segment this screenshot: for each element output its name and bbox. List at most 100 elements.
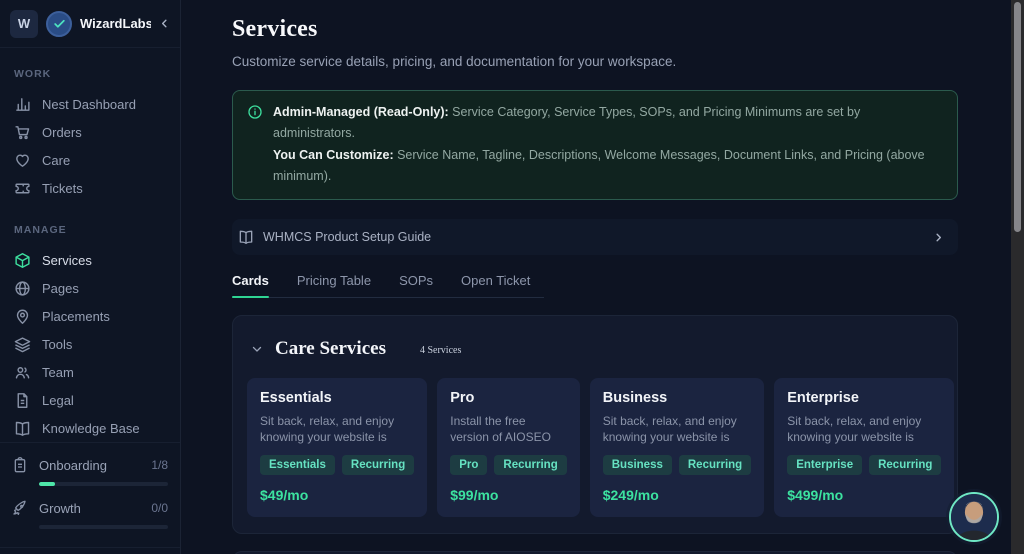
chevron-left-icon[interactable] <box>159 18 170 29</box>
page-title: Services <box>232 16 318 42</box>
sidebar-item-legal[interactable]: Legal <box>12 386 168 414</box>
workspace-logo: W <box>10 9 38 38</box>
card-title: Enterprise <box>787 390 859 406</box>
growth-label: Growth <box>39 500 81 516</box>
user-row[interactable]: A albusdumbledore ⚙ <box>0 547 180 554</box>
sidebar-item-label: Knowledge Base <box>42 420 140 436</box>
sidebar-item-services[interactable]: Services <box>12 246 168 274</box>
card-description: Install the free version of AIOSEO plugi… <box>450 414 551 445</box>
banner-line-2-label: You Can Customize: <box>273 147 394 162</box>
badge: Recurring <box>678 455 752 475</box>
badge: Recurring <box>341 455 415 475</box>
section-title: Care Services <box>275 338 386 359</box>
sidebar-item-label: Legal <box>42 392 74 408</box>
sidebar-item-team[interactable]: Team <box>12 358 168 386</box>
tab-pricing-table[interactable]: Pricing Table <box>297 267 371 297</box>
sidebar-nav: WORK Nest Dashboard Orders Care Tickets … <box>0 48 180 442</box>
verified-check-icon <box>46 10 72 37</box>
admin-info-banner: Admin-Managed (Read-Only): Service Categ… <box>232 90 958 200</box>
sidebar-item-pages[interactable]: Pages <box>12 274 168 302</box>
tab-bar: Cards Pricing Table SOPs Open Ticket <box>232 267 544 298</box>
sidebar-item-placements[interactable]: Placements <box>12 302 168 330</box>
onboarding-label: Onboarding <box>39 457 107 473</box>
card-title: Essentials <box>260 390 332 406</box>
card-title: Business <box>602 390 668 406</box>
sidebar-item-tickets[interactable]: Tickets <box>12 174 168 202</box>
tab-cards[interactable]: Cards <box>232 267 269 298</box>
open-book-icon <box>14 420 31 437</box>
onboarding-progress-fill <box>39 482 56 486</box>
open-book-icon <box>238 229 254 245</box>
card-price: $499/mo <box>787 487 844 503</box>
card-title: Pro <box>450 390 475 406</box>
main-area: Services Customize service details, pric… <box>182 0 1011 554</box>
service-card-pro[interactable]: Pro Install the free version of AIOSEO p… <box>437 378 580 517</box>
nav-section-work: WORK <box>14 68 52 80</box>
team-icon <box>14 364 31 381</box>
sidebar-item-tools[interactable]: Tools <box>12 330 168 358</box>
banner-line-1-label: Admin-Managed (Read-Only): <box>273 105 449 119</box>
tab-open-ticket[interactable]: Open Ticket <box>461 267 530 297</box>
tab-sops[interactable]: SOPs <box>399 267 433 297</box>
card-description: Sit back, relax, and enjoy knowing your … <box>787 414 922 445</box>
care-services-header[interactable]: Care Services 4 Services <box>247 330 943 360</box>
sidebar-item-label: Orders <box>42 124 82 140</box>
sidebar-item-orders[interactable]: Orders <box>12 118 168 146</box>
growth-count: 0/0 <box>151 501 168 515</box>
sidebar-item-nest-dashboard[interactable]: Nest Dashboard <box>12 90 168 118</box>
service-card-business[interactable]: Business Sit back, relax, and enjoy know… <box>589 378 765 517</box>
sidebar-item-label: Tools <box>42 336 73 352</box>
nav-section-manage: MANAGE <box>14 224 67 236</box>
profile-photo <box>951 494 997 540</box>
layers-icon <box>14 336 31 353</box>
card-price: $99/mo <box>450 487 499 503</box>
badge: Essentials <box>260 455 335 475</box>
chevron-right-icon <box>933 232 944 243</box>
sidebar: W WizardLabs Ho... WORK Nest Dashboard O… <box>0 0 181 554</box>
ticket-icon <box>14 180 31 197</box>
growth-progress-bar <box>39 525 168 529</box>
badge: Business <box>602 455 672 475</box>
clipboard-icon <box>12 457 28 473</box>
badge: Pro <box>450 455 488 475</box>
banner-line-1: Admin-Managed (Read-Only): Service Categ… <box>273 102 943 145</box>
sidebar-item-label: Pages <box>42 280 79 296</box>
care-services-panel: Care Services 4 Services Essentials Sit … <box>232 315 958 534</box>
badge: Recurring <box>494 455 567 475</box>
badge: Enterprise <box>787 455 863 475</box>
onboarding-progress-bar <box>39 482 168 486</box>
badge: Recurring <box>869 455 942 475</box>
globe-icon <box>14 280 31 297</box>
sidebar-progress-area: Onboarding 1/8 Growth 0/0 <box>0 442 180 547</box>
sidebar-item-label: Tickets <box>42 180 83 196</box>
card-price: $49/mo <box>260 487 309 503</box>
bar-chart-icon <box>14 96 31 113</box>
sidebar-item-label: Services <box>42 252 92 268</box>
cube-icon <box>14 252 31 269</box>
sidebar-item-care[interactable]: Care <box>12 146 168 174</box>
rocket-icon <box>12 500 28 516</box>
page-subtitle: Customize service details, pricing, and … <box>232 54 677 69</box>
sidebar-item-label: Nest Dashboard <box>42 96 136 112</box>
service-card-essentials[interactable]: Essentials Sit back, relax, and enjoy kn… <box>247 378 428 517</box>
sidebar-item-knowledge-base[interactable]: Knowledge Base <box>12 414 168 442</box>
section-count: 4 Services <box>419 345 462 356</box>
onboarding-count: 1/8 <box>151 458 168 472</box>
file-icon <box>14 392 31 409</box>
page-scrollbar <box>1011 0 1024 554</box>
growth-item[interactable]: Growth 0/0 <box>12 496 168 520</box>
workspace-name: WizardLabs Ho... <box>80 16 151 31</box>
profile-photo-avatar[interactable] <box>949 492 999 542</box>
card-price: $249/mo <box>602 487 659 503</box>
whmcs-guide-row[interactable]: WHMCS Product Setup Guide <box>232 219 958 255</box>
onboarding-item[interactable]: Onboarding 1/8 <box>12 453 168 477</box>
service-card-enterprise[interactable]: Enterprise Sit back, relax, and enjoy kn… <box>774 378 955 517</box>
cart-icon <box>14 124 31 141</box>
map-pin-icon <box>14 308 31 325</box>
sidebar-item-label: Placements <box>42 308 110 324</box>
heart-icon <box>14 152 31 169</box>
card-description: Sit back, relax, and enjoy knowing your … <box>602 414 737 445</box>
scrollbar-thumb[interactable] <box>1014 2 1021 232</box>
workspace-header: W WizardLabs Ho... <box>0 0 180 48</box>
care-cards-grid: Essentials Sit back, relax, and enjoy kn… <box>247 378 955 517</box>
